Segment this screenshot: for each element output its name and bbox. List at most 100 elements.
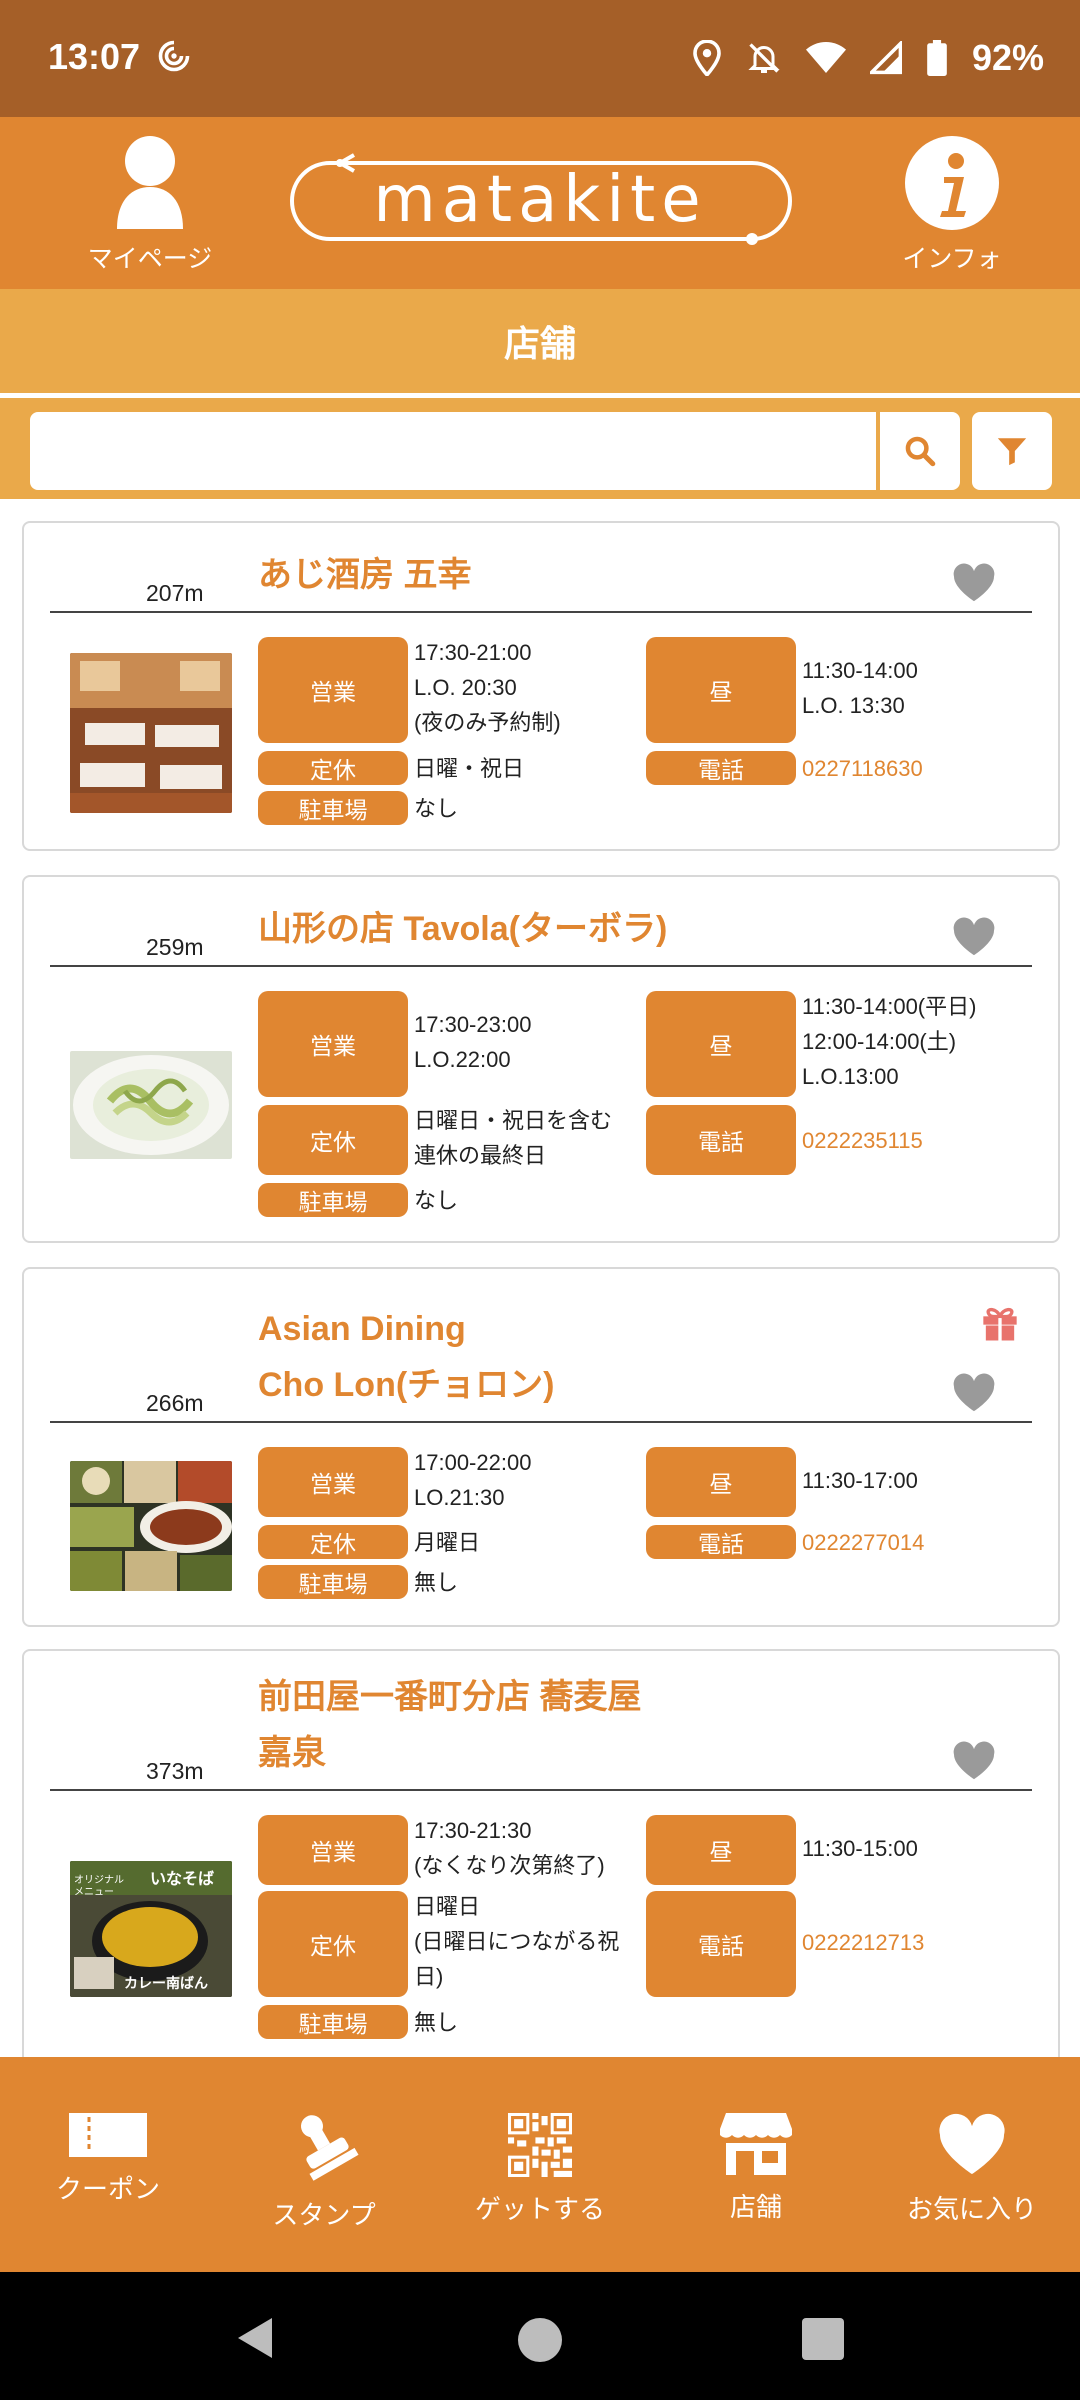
shop-name[interactable]: 山形の店 Tavola(ターボラ) bbox=[258, 901, 667, 957]
shop-card-header: 373m 前田屋一番町分店 蕎麦屋 嘉泉 bbox=[50, 1651, 1032, 1791]
status-time: 13:07 bbox=[48, 36, 141, 77]
closed-day-value: 日曜・祝日 bbox=[414, 756, 525, 781]
person-icon bbox=[117, 136, 183, 229]
closed-day-value: 日曜日 (日曜日につながる祝 日) bbox=[414, 1894, 620, 1989]
nav-stamp[interactable]: スタンプ bbox=[216, 2057, 432, 2272]
nav-coupon[interactable]: クーポン bbox=[0, 2057, 216, 2272]
photo-text-orig-menu: オリジナル メニュー bbox=[74, 1875, 124, 1898]
parking-value: なし bbox=[414, 796, 459, 821]
tel-link[interactable]: 0222212713 bbox=[802, 1925, 924, 1960]
heart-icon[interactable] bbox=[952, 917, 996, 957]
parking-tag: 駐車場 bbox=[258, 2005, 408, 2039]
nav-shop[interactable]: 店舗 bbox=[648, 2057, 864, 2272]
shop-distance: 266m bbox=[146, 1390, 204, 1416]
lunch-value: 11:30-14:00(平日) 12:00-14:00(土) L.O.13:00 bbox=[802, 994, 977, 1089]
status-bar: 13:07 92% bbox=[0, 0, 1080, 117]
tel-tag: 電話 bbox=[646, 1105, 796, 1175]
open-hours-tag: 営業 bbox=[258, 1447, 408, 1517]
store-icon bbox=[720, 2113, 792, 2175]
nav-get-label: ゲットする bbox=[474, 2195, 605, 2225]
page-title-bar: 店舗 bbox=[0, 289, 1080, 393]
shop-card-header: 259m 山形の店 Tavola(ターボラ) bbox=[50, 877, 1032, 967]
search-input[interactable] bbox=[30, 412, 876, 490]
open-hours-value: 17:30-21:30 (なくなり次第終了) bbox=[414, 1818, 605, 1878]
parking-value: 無し bbox=[414, 2010, 459, 2035]
tel-tag: 電話 bbox=[646, 1525, 796, 1559]
shop-distance: 259m bbox=[146, 934, 204, 960]
logo-text: matakite bbox=[373, 163, 706, 237]
mypage-label: マイページ bbox=[87, 244, 213, 273]
photo-text-curry: カレー南ばん bbox=[124, 1976, 208, 1992]
nav-coupon-label: クーポン bbox=[55, 2175, 160, 2205]
nav-shop-label: 店舗 bbox=[729, 2193, 782, 2223]
shop-card[interactable]: 266m Asian Dining Cho Lon(チョロン) 営業 17:00… bbox=[22, 1267, 1060, 1627]
location-icon bbox=[693, 40, 721, 76]
tel-tag: 電話 bbox=[646, 751, 796, 785]
shop-distance: 207m bbox=[146, 580, 204, 606]
status-icons: 92% bbox=[692, 36, 1044, 80]
open-hours-tag: 営業 bbox=[258, 1815, 408, 1885]
lunch-tag: 昼 bbox=[646, 1815, 796, 1885]
open-hours-tag: 営業 bbox=[258, 637, 408, 743]
shop-card-header: 207m あじ酒房 五幸 bbox=[50, 523, 1032, 613]
parking-tag: 駐車場 bbox=[258, 791, 408, 825]
search-button[interactable] bbox=[880, 412, 960, 490]
matakite-logo: matakite bbox=[290, 153, 792, 245]
heart-icon[interactable] bbox=[952, 1373, 996, 1413]
bottom-nav: クーポン スタンプ ゲットする 店舗 お気に入り bbox=[0, 2057, 1080, 2272]
parking-value: 無し bbox=[414, 1570, 459, 1595]
filter-icon bbox=[997, 438, 1027, 466]
heart-icon[interactable] bbox=[952, 1741, 996, 1781]
shop-card[interactable]: 259m 山形の店 Tavola(ターボラ) 営業 17:30-23:00 L.… bbox=[22, 875, 1060, 1243]
parking-tag: 駐車場 bbox=[258, 1565, 408, 1599]
shop-photo[interactable]: オリジナル メニュー いなそば カレー南ばん bbox=[70, 1861, 232, 1997]
nav-favorites[interactable]: お気に入り bbox=[864, 2057, 1080, 2272]
shop-name[interactable]: 前田屋一番町分店 蕎麦屋 嘉泉 bbox=[258, 1669, 641, 1781]
closed-day-value: 日曜日・祝日を含む 連休の最終日 bbox=[414, 1108, 613, 1168]
shop-photo[interactable] bbox=[70, 1461, 232, 1591]
qr-code-icon bbox=[508, 2113, 572, 2177]
shop-card[interactable]: 207m あじ酒房 五幸 営業 17:30-21:00 L.O. 20:30 (… bbox=[22, 521, 1060, 851]
tel-link[interactable]: 0227118630 bbox=[802, 751, 923, 786]
lunch-tag: 昼 bbox=[646, 991, 796, 1097]
battery-percent: 92% bbox=[971, 37, 1044, 78]
tel-link[interactable]: 0222235115 bbox=[802, 1123, 923, 1158]
open-hours-tag: 営業 bbox=[258, 991, 408, 1097]
closed-day-value: 月曜日 bbox=[414, 1530, 481, 1555]
tel-link[interactable]: 0222277014 bbox=[802, 1525, 924, 1560]
info-label: インフォ bbox=[902, 244, 1002, 273]
recents-icon[interactable] bbox=[802, 2318, 844, 2360]
back-icon[interactable] bbox=[234, 2316, 274, 2360]
photo-text-inasoba: いなそば bbox=[150, 1869, 215, 1888]
signal-icon bbox=[869, 41, 902, 75]
mypage-button[interactable]: マイページ bbox=[60, 135, 240, 285]
lunch-value: 11:30-14:00 L.O. 13:30 bbox=[802, 658, 918, 718]
search-bar bbox=[0, 393, 1080, 499]
heart-icon bbox=[939, 2113, 1005, 2175]
battery-icon bbox=[927, 40, 947, 76]
wifi-icon bbox=[805, 42, 846, 73]
info-button[interactable]: インフォ bbox=[862, 135, 1042, 285]
lunch-value: 11:30-17:00 bbox=[802, 1468, 918, 1493]
shop-photo[interactable] bbox=[70, 653, 232, 813]
nav-favorites-label: お気に入り bbox=[906, 2195, 1037, 2225]
lunch-value: 11:30-15:00 bbox=[802, 1836, 918, 1861]
shop-card-header: 266m Asian Dining Cho Lon(チョロン) bbox=[50, 1269, 1032, 1423]
home-icon[interactable] bbox=[516, 2316, 564, 2364]
open-hours-value: 17:30-21:00 L.O. 20:30 (夜のみ予約制) bbox=[414, 640, 561, 735]
shop-name[interactable]: あじ酒房 五幸 bbox=[258, 547, 471, 603]
filter-button[interactable] bbox=[972, 412, 1052, 490]
system-nav-bar bbox=[0, 2272, 1080, 2400]
closed-day-tag: 定休 bbox=[258, 1105, 408, 1175]
nav-get[interactable]: ゲットする bbox=[432, 2057, 648, 2272]
stamp-icon bbox=[301, 2115, 359, 2181]
page-title: 店舗 bbox=[503, 324, 576, 365]
open-hours-value: 17:00-22:00 LO.21:30 bbox=[414, 1450, 532, 1510]
heart-icon[interactable] bbox=[952, 563, 996, 603]
shop-photo[interactable] bbox=[70, 1051, 232, 1159]
shop-name[interactable]: Asian Dining Cho Lon(チョロン) bbox=[258, 1301, 555, 1413]
shop-list[interactable]: 207m あじ酒房 五幸 営業 17:30-21:00 L.O. 20:30 (… bbox=[0, 499, 1080, 2057]
shop-card[interactable]: 373m 前田屋一番町分店 蕎麦屋 嘉泉 オリジナル メニュー いなそば カレー… bbox=[22, 1649, 1060, 2057]
search-icon bbox=[905, 436, 936, 467]
tel-tag: 電話 bbox=[646, 1891, 796, 1997]
